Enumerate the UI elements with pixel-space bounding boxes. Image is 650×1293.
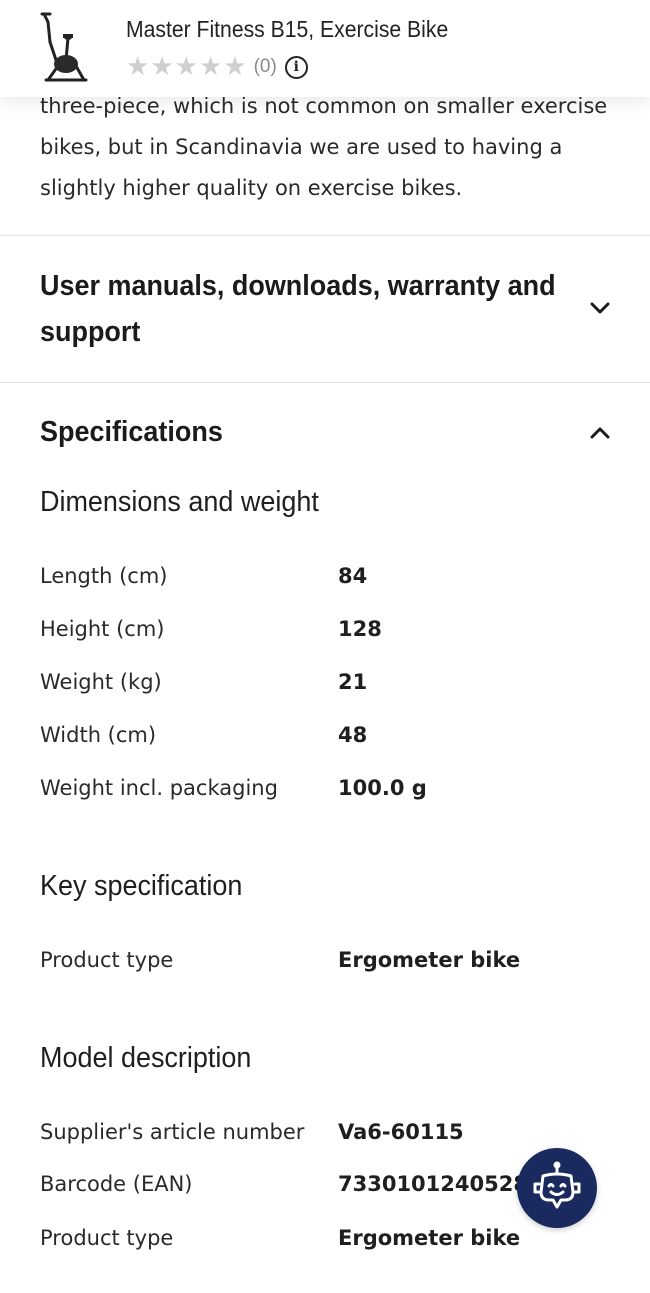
- spec-label: Height (cm): [40, 617, 165, 641]
- spec-value: 84: [338, 564, 368, 588]
- spec-value: Va6-60115: [338, 1120, 464, 1144]
- spec-label: Weight incl. packaging: [40, 776, 278, 800]
- spec-row: Supplier's article number Va6-60115: [40, 1120, 620, 1160]
- rating-stars: ★ ★ ★ ★ ★: [126, 54, 247, 80]
- product-thumbnail[interactable]: [36, 8, 96, 88]
- dimensions-subtitle: Dimensions and weight: [40, 486, 319, 518]
- review-count: (0): [253, 56, 277, 77]
- spec-value: 7330101240528: [338, 1172, 528, 1196]
- spec-label: Length (cm): [40, 564, 168, 588]
- spec-value: 128: [338, 617, 382, 641]
- specifications-section-title: Specifications: [40, 416, 223, 448]
- star-icon: ★: [174, 52, 198, 82]
- product-description: three-piece, which is not common on smal…: [40, 94, 608, 200]
- spec-value: 21: [338, 670, 368, 694]
- manuals-section-title: User manuals, downloads, warranty and su…: [40, 270, 556, 348]
- rating[interactable]: ★ ★ ★ ★ ★ (0) i: [126, 54, 308, 80]
- spec-value: 100.0 g: [338, 776, 427, 800]
- star-icon: ★: [198, 52, 223, 82]
- spec-label: Weight (kg): [40, 670, 162, 694]
- chatbot-icon: [533, 1161, 581, 1209]
- spec-value: 48: [338, 723, 368, 747]
- spec-label: Barcode (EAN): [40, 1172, 193, 1196]
- spec-label: Supplier's article number: [40, 1120, 305, 1144]
- spec-value: Ergometer bike: [338, 948, 521, 972]
- chat-assistant-button[interactable]: [517, 1148, 597, 1228]
- star-icon: ★: [126, 52, 150, 82]
- star-icon: ★: [150, 52, 174, 82]
- divider: [0, 235, 650, 236]
- spec-row: Weight incl. packaging 100.0 g: [40, 776, 620, 816]
- spec-label: Product type: [40, 1226, 174, 1250]
- spec-row: Product type Ergometer bike: [40, 1226, 620, 1266]
- star-icon: ★: [223, 52, 247, 82]
- spec-row: Height (cm) 128: [40, 617, 620, 657]
- chevron-up-icon[interactable]: [588, 421, 612, 445]
- key-specification-subtitle: Key specification: [40, 870, 243, 902]
- model-description-subtitle: Model description: [40, 1042, 252, 1074]
- spec-label: Product type: [40, 948, 174, 972]
- spec-row: Weight (kg) 21: [40, 670, 620, 710]
- info-icon[interactable]: i: [284, 55, 308, 79]
- spec-label: Width (cm): [40, 723, 157, 747]
- divider: [0, 382, 650, 383]
- spec-row: Product type Ergometer bike: [40, 948, 620, 988]
- spec-row: Width (cm) 48: [40, 723, 620, 763]
- spec-row: Length (cm) 84: [40, 564, 620, 604]
- product-name: Master Fitness B15, Exercise Bike: [126, 16, 449, 42]
- sticky-product-header: Master Fitness B15, Exercise Bike ★ ★ ★ …: [0, 0, 650, 97]
- spec-value: Ergometer bike: [338, 1226, 521, 1250]
- chevron-down-icon[interactable]: [588, 296, 612, 320]
